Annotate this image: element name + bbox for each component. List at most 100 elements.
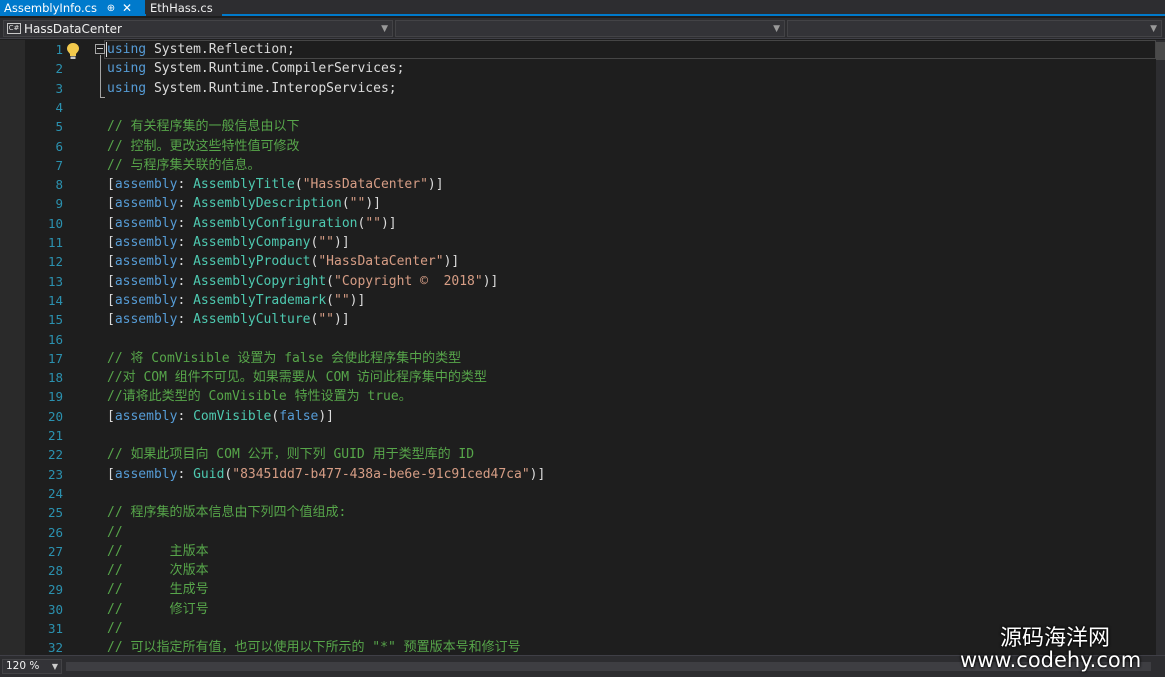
code-token: "HassDataCenter" xyxy=(318,254,444,270)
code-line[interactable]: // 控制。更改这些特性值可修改 xyxy=(107,137,299,156)
code-token: assembly xyxy=(114,312,178,328)
code-line[interactable]: // 可以指定所有值，也可以使用以下所示的 "*" 预置版本号和修订号 xyxy=(107,638,521,655)
line-number: 12 xyxy=(47,254,63,270)
code-line[interactable]: // 有关程序集的一般信息由以下 xyxy=(107,117,299,136)
line-number: 19 xyxy=(47,389,63,405)
code-line[interactable]: [assembly: AssemblyConfiguration("")] xyxy=(107,214,397,233)
code-token: [ xyxy=(107,196,115,212)
code-token: AssemblyConfiguration xyxy=(193,215,358,231)
code-line[interactable]: [assembly: AssemblyDescription("")] xyxy=(107,194,381,213)
code-token: // 控制。更改这些特性值可修改 xyxy=(107,138,300,154)
pin-icon[interactable]: ⊕ xyxy=(104,3,118,14)
code-token: [ xyxy=(107,312,115,328)
code-token: AssemblyDescription xyxy=(193,196,342,212)
code-line[interactable]: using System.Runtime.CompilerServices; xyxy=(107,59,404,78)
code-line[interactable]: using System.Runtime.InteropServices; xyxy=(107,79,397,98)
code-token: ComVisible xyxy=(193,408,272,424)
member-dropdown[interactable]: ▼ xyxy=(787,20,1162,37)
line-number: 11 xyxy=(47,235,63,250)
outline-fold-line xyxy=(100,55,101,98)
line-number: 7 xyxy=(55,157,63,173)
code-token: "" xyxy=(365,215,381,231)
zoom-dropdown[interactable]: 120 % ▼ xyxy=(2,659,62,674)
code-token: [ xyxy=(107,292,115,308)
code-token: // 程序集的版本信息由下列四个值组成: xyxy=(107,505,347,521)
code-line[interactable]: [assembly: AssemblyCulture("")] xyxy=(107,310,350,329)
zoom-value: 120 % xyxy=(6,660,40,672)
code-token: )] xyxy=(427,177,444,193)
line-number: 18 xyxy=(47,370,63,386)
code-token: //对 COM 组件不可见。如果需要从 COM 访问此程序集中的类型 xyxy=(107,370,487,386)
code-token: using xyxy=(107,42,147,57)
code-line[interactable]: //请将此类型的 ComVisible 特性设置为 true。 xyxy=(107,387,412,406)
code-line[interactable]: //对 COM 组件不可见。如果需要从 COM 访问此程序集中的类型 xyxy=(107,368,487,387)
code-line[interactable]: using System.Reflection; xyxy=(107,40,295,59)
collapse-minus-icon[interactable] xyxy=(95,44,105,54)
code-token: ( xyxy=(326,273,334,289)
code-token: [ xyxy=(107,254,115,270)
tab-label: AssemblyInfo.cs xyxy=(4,1,97,15)
code-token: using xyxy=(107,80,147,96)
line-number: 1 xyxy=(55,42,63,57)
code-token: AssemblyTitle xyxy=(193,177,295,193)
code-line[interactable]: // 如果此项目向 COM 公开，则下列 GUID 用于类型库的 ID xyxy=(107,445,474,464)
code-line[interactable]: // xyxy=(107,523,123,542)
line-number: 6 xyxy=(55,138,63,154)
lightbulb-icon[interactable] xyxy=(66,42,80,60)
tab-label: EthHass.cs xyxy=(150,1,213,15)
code-token: )] xyxy=(443,254,460,270)
code-line[interactable]: // 主版本 xyxy=(107,542,209,561)
code-line[interactable]: // 修订号 xyxy=(107,600,209,619)
watermark: 源码海洋网 www.codehy.com xyxy=(955,620,1165,677)
code-line[interactable]: [assembly: AssemblyProduct("HassDataCent… xyxy=(107,252,459,271)
code-line[interactable]: [assembly: AssemblyTitle("HassDataCenter… xyxy=(107,175,444,194)
code-token: : xyxy=(177,273,194,289)
project-dropdown[interactable]: C# HassDataCenter ▼ xyxy=(3,20,393,37)
code-token: : xyxy=(177,196,194,212)
code-token: : xyxy=(177,215,194,231)
code-line[interactable]: [assembly: ComVisible(false)] xyxy=(107,407,334,426)
line-number: 27 xyxy=(47,543,63,559)
scrollbar-thumb[interactable] xyxy=(1156,42,1165,60)
code-token: [ xyxy=(107,177,115,193)
code-token: // 与程序集关联的信息。 xyxy=(107,157,261,173)
code-line[interactable]: [assembly: AssemblyCopyright("Copyright … xyxy=(107,272,498,291)
outline-fold-end xyxy=(100,97,105,98)
code-line[interactable]: [assembly: AssemblyTrademark("")] xyxy=(107,291,365,310)
code-line[interactable]: // 与程序集关联的信息。 xyxy=(107,156,260,175)
line-number: 5 xyxy=(55,119,63,135)
code-line[interactable]: // 生成号 xyxy=(107,580,209,599)
navigation-bar: C# HassDataCenter ▼ ▼ ▼ xyxy=(0,18,1165,39)
tab-assemblyinfo[interactable]: AssemblyInfo.cs ⊕ ✕ xyxy=(0,0,145,16)
close-icon[interactable]: ✕ xyxy=(118,1,136,15)
code-editor[interactable]: 1 2 3 4 5 6 7 8 9 10 11 12 13 14 15 16 17 18 19 20 21 22 23 24 2… xyxy=(0,40,1165,655)
selection-margin[interactable] xyxy=(0,40,25,655)
vertical-scrollbar[interactable] xyxy=(1156,40,1165,655)
project-name: HassDataCenter xyxy=(24,21,122,36)
code-token: )] xyxy=(380,215,397,231)
code-token: : xyxy=(177,466,194,482)
line-number: 31 xyxy=(47,621,63,636)
code-token: "" xyxy=(349,196,366,212)
code-token: Guid xyxy=(193,466,225,482)
code-line[interactable]: // 程序集的版本信息由下列四个值组成: xyxy=(107,503,346,522)
code-token: )] xyxy=(334,235,350,250)
type-dropdown[interactable]: ▼ xyxy=(395,20,785,37)
code-line[interactable]: [assembly: Guid("83451dd7-b477-438a-be6e… xyxy=(107,465,545,484)
code-line[interactable]: // xyxy=(107,619,123,638)
tab-ethhass[interactable]: EthHass.cs xyxy=(146,0,222,16)
code-token: false xyxy=(279,408,319,424)
code-token: : xyxy=(177,292,194,308)
line-number: 2 xyxy=(55,61,63,77)
code-token: // 可以指定所有值，也可以使用以下所示的 "*" 预置版本号和修订号 xyxy=(107,640,521,655)
code-token: [ xyxy=(107,273,115,289)
code-line[interactable]: // 将 ComVisible 设置为 false 会使此程序集中的类型 xyxy=(107,349,461,368)
chevron-down-icon: ▼ xyxy=(51,662,58,671)
code-token: // xyxy=(107,621,123,636)
line-number: 16 xyxy=(47,331,63,347)
code-line[interactable]: // 次版本 xyxy=(107,561,209,580)
code-token: "Copyright © 2018" xyxy=(334,273,483,289)
code-token: AssemblyProduct xyxy=(193,254,311,270)
code-line[interactable]: [assembly: AssemblyCompany("")] xyxy=(107,233,350,252)
code-token: System.Runtime.InteropServices; xyxy=(146,80,397,96)
